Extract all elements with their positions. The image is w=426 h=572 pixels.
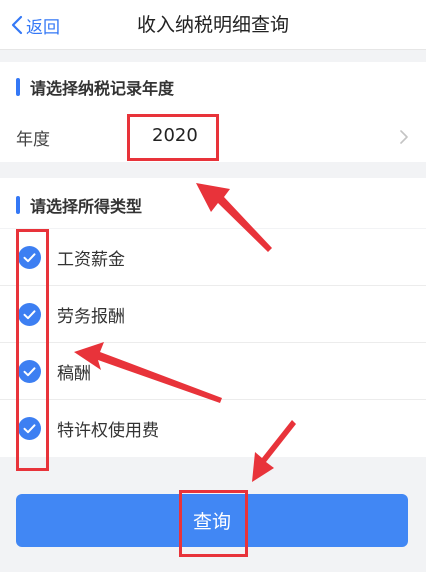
type-item-royalty[interactable]: 稿酬 bbox=[0, 343, 426, 400]
type-item-label: 稿酬 bbox=[57, 364, 91, 384]
type-section-title-text: 请选择所得类型 bbox=[30, 197, 143, 216]
type-item-labor[interactable]: 劳务报酬 bbox=[0, 286, 426, 343]
type-item-franchise[interactable]: 特许权使用费 bbox=[0, 400, 426, 457]
page-title: 收入纳税明细查询 bbox=[136, 14, 289, 36]
type-item-label: 劳务报酬 bbox=[57, 307, 125, 327]
type-item-label: 特许权使用费 bbox=[57, 421, 159, 441]
year-label: 年度 bbox=[16, 130, 50, 150]
type-item-salary[interactable]: 工资薪金 bbox=[0, 229, 426, 286]
chevron-right-icon bbox=[400, 130, 408, 144]
navbar: 返回 收入纳税明细查询 bbox=[0, 0, 426, 50]
section-accent-bar bbox=[16, 196, 20, 214]
annotation-box-year bbox=[127, 114, 219, 161]
section-accent-bar bbox=[16, 78, 20, 96]
annotation-box-query bbox=[179, 490, 248, 557]
type-item-label: 工资薪金 bbox=[57, 250, 125, 270]
annotation-box-checkboxes bbox=[16, 229, 49, 471]
year-section-title: 请选择纳税记录年度 bbox=[16, 75, 174, 99]
year-section-title-text: 请选择纳税记录年度 bbox=[30, 79, 175, 98]
type-section-title: 请选择所得类型 bbox=[16, 193, 142, 217]
